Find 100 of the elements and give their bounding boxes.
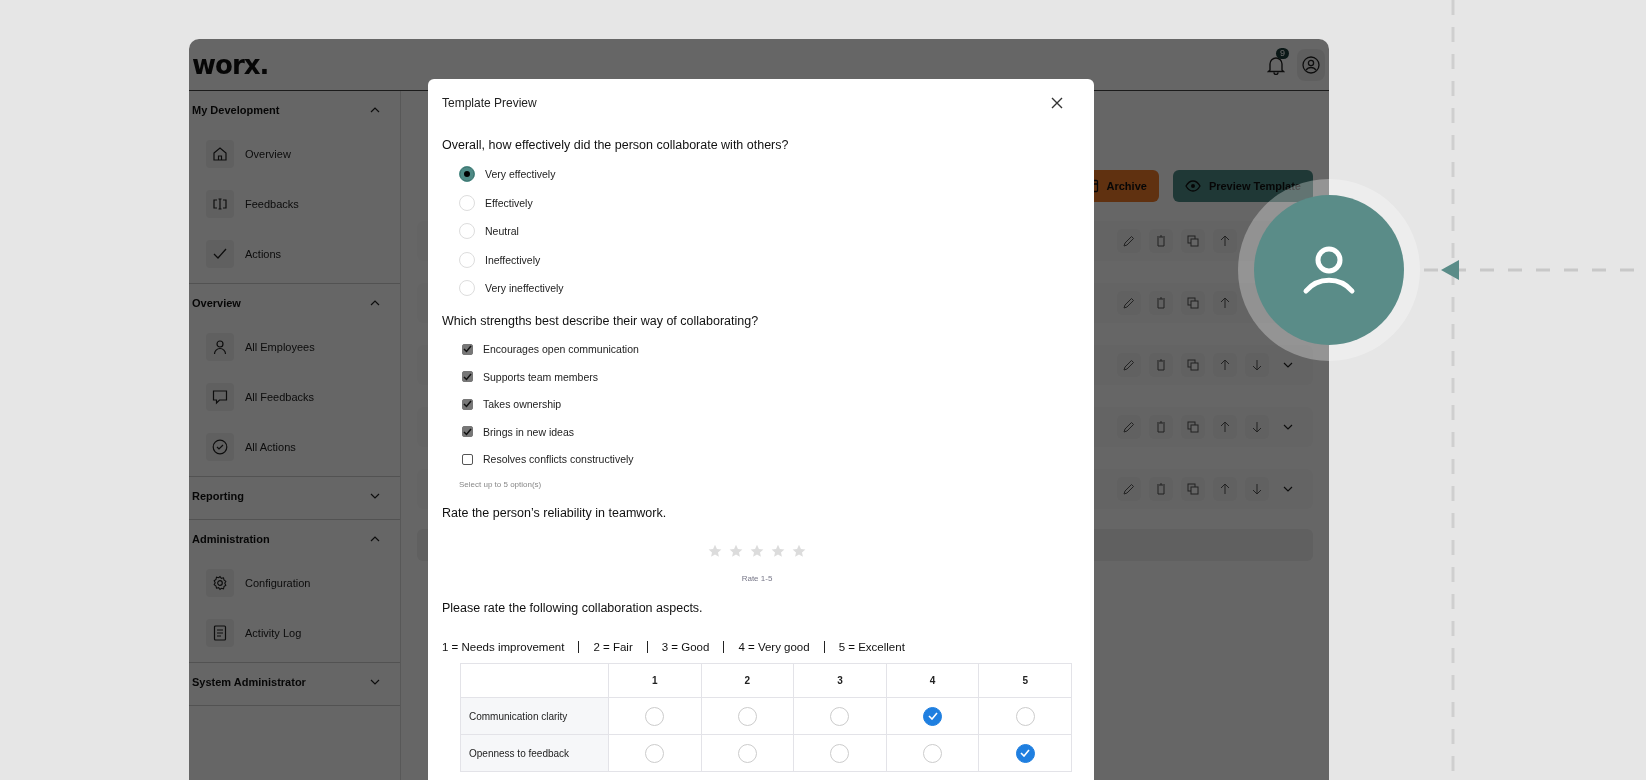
pencil-icon xyxy=(1123,297,1135,309)
row-label: Communication clarity xyxy=(460,697,609,735)
copy-icon xyxy=(1187,483,1199,495)
dialog-title: Template Preview xyxy=(442,96,537,110)
checkbox-option[interactable]: Takes ownership xyxy=(459,390,562,418)
scale-legend-item: 1 = Needs improvement xyxy=(442,641,566,653)
arrow-up-icon xyxy=(1220,359,1230,371)
star-icon[interactable] xyxy=(729,544,743,558)
star-icon[interactable] xyxy=(771,544,785,558)
radio-option[interactable]: Neutral xyxy=(459,217,519,246)
check-icon xyxy=(213,248,227,260)
section-header[interactable]: Administration xyxy=(189,520,400,558)
section-header[interactable]: System Administrator xyxy=(189,663,400,701)
section-header[interactable]: My Development xyxy=(189,91,400,129)
copy-icon xyxy=(1187,421,1199,433)
rating-radio[interactable] xyxy=(923,706,943,726)
chevron-icon[interactable] xyxy=(1283,424,1293,430)
rating-radio[interactable] xyxy=(1015,743,1035,763)
section-header[interactable]: Overview xyxy=(189,284,400,322)
question-text: Overall, how effectively did the person collaborate with others? xyxy=(442,137,790,154)
chevron-icon[interactable] xyxy=(1283,362,1293,368)
radio-option[interactable]: Ineffectively xyxy=(459,245,541,274)
arrow-up-icon xyxy=(1220,483,1230,495)
account-button[interactable] xyxy=(1297,48,1325,81)
sidebar-item[interactable]: All Feedbacks xyxy=(189,372,400,422)
scale-legend-item: 5 = Excellent xyxy=(823,641,919,653)
checkbox-option[interactable]: Resolves conflicts constructively xyxy=(459,445,634,473)
arrow-up-icon xyxy=(1220,235,1230,247)
pencil-icon xyxy=(1123,359,1135,371)
question-text: Rate the person’s reliability in teamwork. xyxy=(442,505,668,522)
question-text: Which strengths best describe their way of collaborating? xyxy=(442,312,760,330)
check-icon xyxy=(1020,749,1031,757)
notification-badge: 9 xyxy=(1276,47,1289,59)
sidebar-item[interactable]: Actions xyxy=(189,229,400,279)
check-icon xyxy=(463,400,472,409)
sidebar-item[interactable]: Overview xyxy=(189,129,400,179)
copy-icon xyxy=(1187,359,1199,371)
checkbox-option[interactable]: Encourages open communication xyxy=(459,335,639,363)
person-icon xyxy=(1302,245,1356,295)
speech-bubble-icon xyxy=(212,389,228,405)
settings-icon xyxy=(212,575,228,591)
check-icon xyxy=(463,372,472,381)
radio-button[interactable] xyxy=(459,166,475,183)
sidebar-item[interactable]: All Employees xyxy=(189,322,400,372)
arrow-up-icon xyxy=(1220,297,1230,309)
text-cursor-icon xyxy=(212,196,228,212)
checkbox[interactable] xyxy=(462,398,473,410)
checkbox[interactable] xyxy=(462,426,473,438)
scale-legend-item: 4 = Very good xyxy=(723,641,824,653)
trash-icon xyxy=(1156,297,1166,309)
check-icon xyxy=(463,427,472,436)
sidebar-item[interactable]: Activity Log xyxy=(189,608,400,658)
arrow-down-icon xyxy=(1252,359,1262,371)
circle-check-icon xyxy=(212,439,228,455)
sidebar-item[interactable]: Configuration xyxy=(189,558,400,608)
arrowhead-icon xyxy=(1441,260,1459,280)
checkbox[interactable] xyxy=(462,453,473,465)
user-icon xyxy=(1302,55,1320,74)
chevron-icon[interactable] xyxy=(1283,486,1293,492)
column-header: 1 xyxy=(608,663,702,698)
trash-icon xyxy=(1156,483,1166,495)
person-icon xyxy=(212,339,228,355)
trash-icon xyxy=(1156,421,1166,433)
checkbox-option[interactable]: Brings in new ideas xyxy=(459,418,575,446)
checkbox-option[interactable]: Supports team members xyxy=(459,363,598,391)
hint-text: Select up to 5 option(s) xyxy=(458,479,543,491)
column-header: 5 xyxy=(978,663,1072,698)
scale-legend-item: 3 = Good xyxy=(646,641,724,653)
radio-option[interactable]: Very ineffectively xyxy=(459,274,564,303)
document-icon xyxy=(213,625,227,641)
star-icon[interactable] xyxy=(708,544,722,558)
scale-legend-item: 2 = Fair xyxy=(578,641,647,653)
column-header: 2 xyxy=(701,663,794,698)
star-icon[interactable] xyxy=(792,544,806,558)
checkbox[interactable] xyxy=(462,371,473,383)
section-header[interactable]: Reporting xyxy=(189,477,400,515)
sidebar-item[interactable]: All Actions xyxy=(189,422,400,472)
trash-icon xyxy=(1156,359,1166,371)
arrow-down-icon xyxy=(1252,421,1262,433)
trash-icon xyxy=(1156,235,1166,247)
star-icon[interactable] xyxy=(750,544,764,558)
notification-bell-icon[interactable] xyxy=(1267,54,1285,75)
copy-icon xyxy=(1187,235,1199,247)
checkbox[interactable] xyxy=(462,343,473,355)
check-icon xyxy=(927,712,938,720)
radio-option[interactable]: Effectively xyxy=(459,188,533,217)
column-header: 3 xyxy=(793,663,887,698)
logo: worx. xyxy=(192,49,269,80)
eye-icon xyxy=(1184,180,1201,192)
radio-option[interactable]: Very effectively xyxy=(459,160,556,189)
house-icon xyxy=(212,146,228,162)
arrow-down-icon xyxy=(1252,483,1262,495)
row-label: Openness to feedback xyxy=(460,734,609,772)
pencil-icon xyxy=(1123,421,1135,433)
arrow-up-icon xyxy=(1220,421,1230,433)
hint-text: Rate 1-5 xyxy=(741,574,773,583)
pencil-icon xyxy=(1123,235,1135,247)
sidebar-item[interactable]: Feedbacks xyxy=(189,179,400,229)
close-icon[interactable] xyxy=(1051,97,1063,109)
pencil-icon xyxy=(1123,483,1135,495)
